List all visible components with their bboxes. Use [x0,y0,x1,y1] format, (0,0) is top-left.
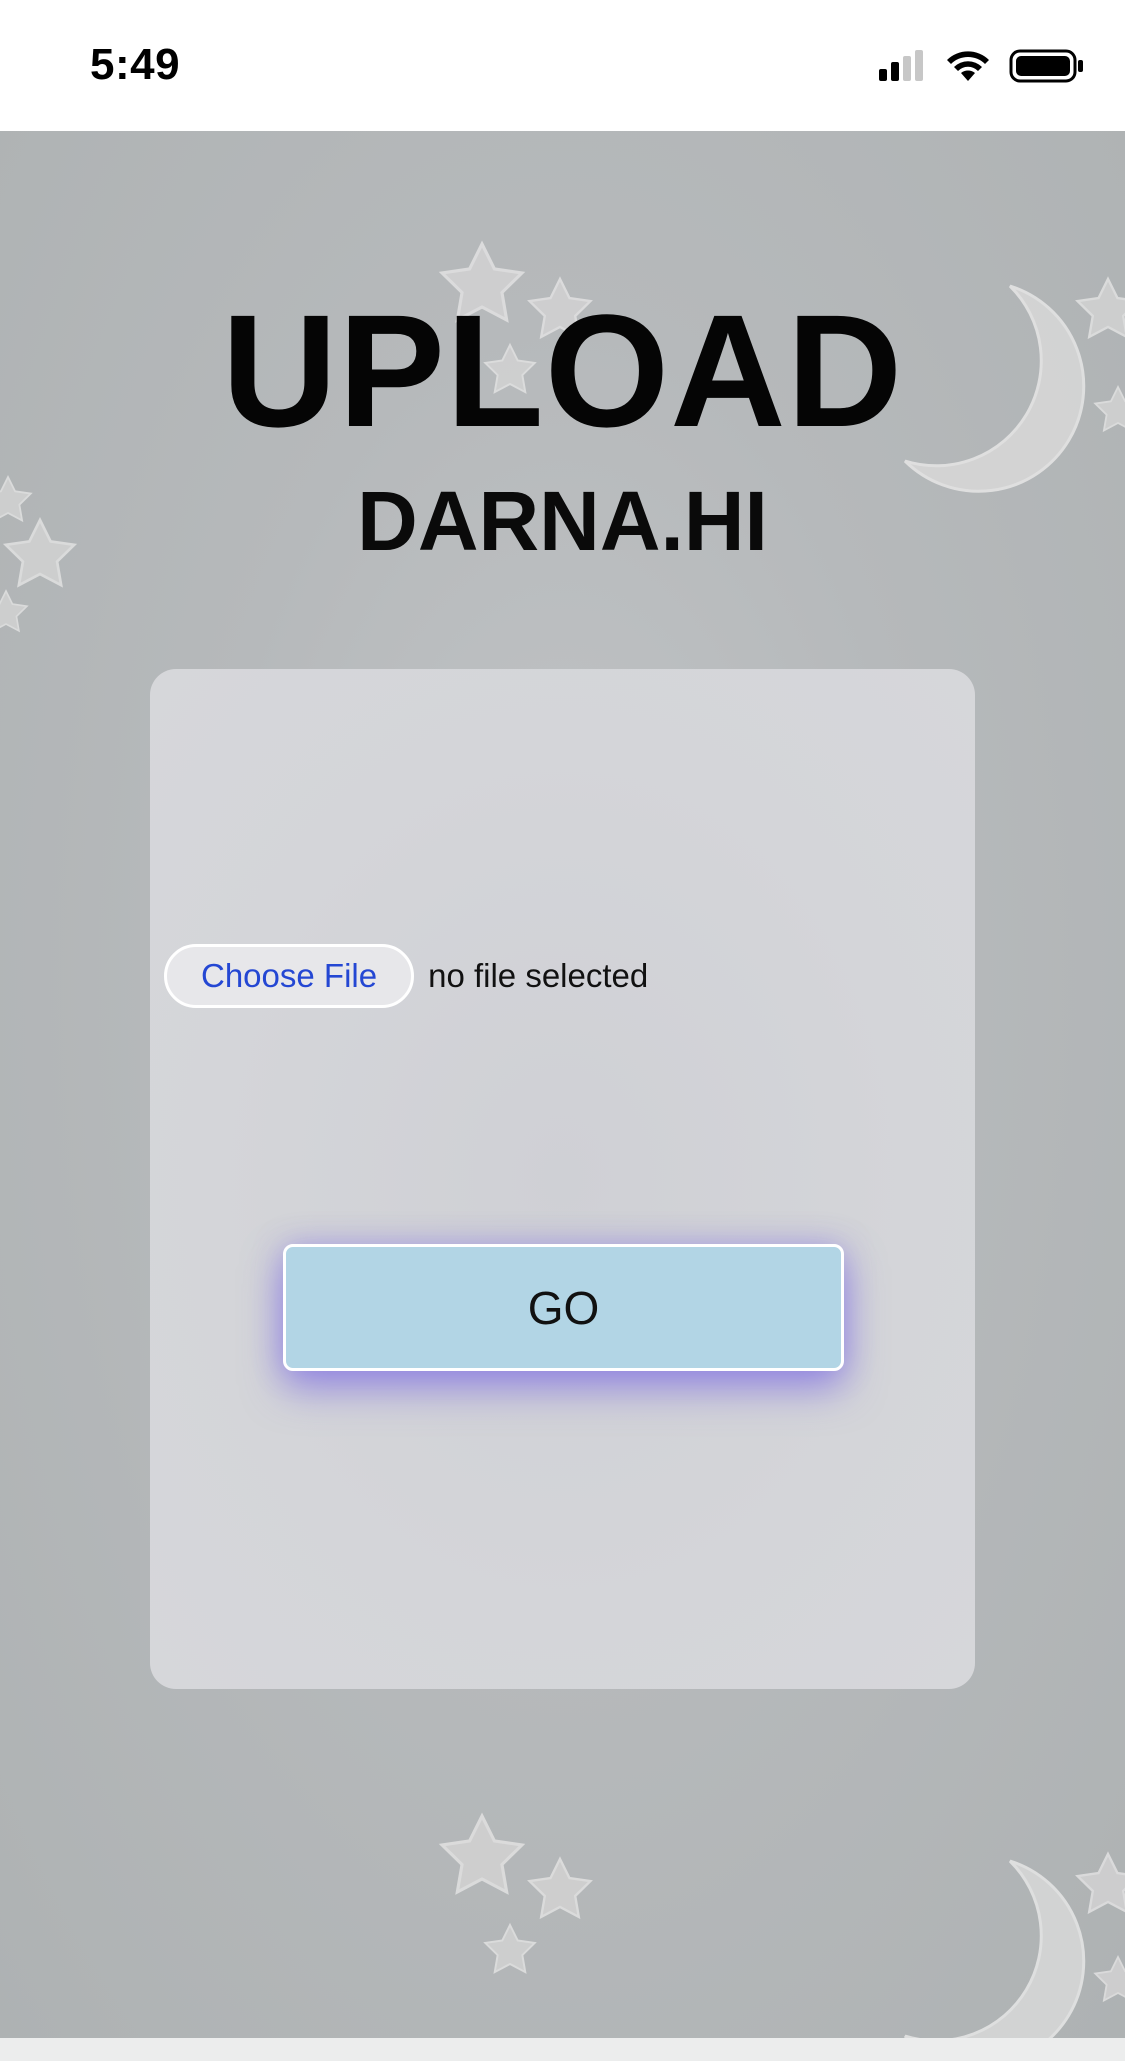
battery-icon [1009,49,1083,83]
bottom-safe-area [0,2038,1125,2061]
go-button[interactable]: GO [283,1244,844,1371]
choose-file-button[interactable]: Choose File [164,944,415,1008]
page-subtitle: DARNA.HI [357,474,768,568]
file-input-row: Choose File no file selected [164,944,648,1008]
signal-icon [879,50,923,81]
upload-card: Choose File no file selected GO [150,669,975,1689]
star-icon [1076,1852,1125,1914]
star-icon [0,590,28,632]
star-icon [484,1924,536,1974]
star-icon [440,1814,524,1894]
status-icons [877,48,1085,84]
app-background: UPLOAD DARNA.HI Choose File no file sele… [0,131,1125,2038]
moon-icon [903,1859,1086,2038]
status-time: 5:49 [90,40,181,89]
star-icon [528,1857,592,1919]
status-bar: 5:49 [0,0,1125,131]
star-icon [1094,1956,1125,2002]
page-title: UPLOAD [221,281,904,460]
wifi-icon [947,51,989,81]
file-status-text: no file selected [428,957,649,994]
